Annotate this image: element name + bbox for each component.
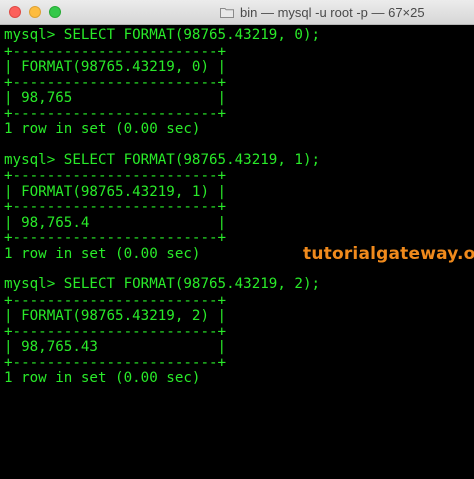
minimize-button[interactable] [29,6,41,18]
zoom-button[interactable] [49,6,61,18]
table-header: | FORMAT(98765.43219, 2) | [4,309,227,324]
command-line: mysql> SELECT FORMAT(98765.43219, 0); [4,27,321,43]
table-value: | 98,765 | [4,91,227,106]
terminal-window: bin — mysql -u root -p — 67×25 mysql> SE… [0,0,474,479]
result-status: 1 row in set (0.00 sec) [4,371,201,386]
table-border-top: +------------------------+ [4,293,227,309]
table-border-top: +------------------------+ [4,169,227,184]
window-title-group: bin — mysql -u root -p — 67×25 [220,3,425,21]
table-border-middle: +------------------------+ [4,75,227,91]
query-block: mysql> SELECT FORMAT(98765.43219, 2); +-… [4,275,472,387]
window-title: bin — mysql -u root -p — 67×25 [240,4,425,20]
table-value: | 98,765.4 | [4,215,227,231]
watermark-logo: tutorialgateway.org [303,244,474,264]
query-block: mysql> SELECT FORMAT(98765.43219, 0); +-… [4,26,472,138]
folder-icon [220,7,234,18]
table-border-top: +------------------------+ [4,44,227,60]
table-value: | 98,765.43 | [4,340,227,355]
table-header: | FORMAT(98765.43219, 0) | [4,60,227,75]
table-border-middle: +------------------------+ [4,200,227,215]
terminal-output[interactable]: mysql> SELECT FORMAT(98765.43219, 0); +-… [4,26,472,387]
table-header: | FORMAT(98765.43219, 1) | [4,184,227,200]
table-border-bottom: +------------------------+ [4,106,227,122]
command-line: mysql> SELECT FORMAT(98765.43219, 1); [4,151,321,168]
result-status: 1 row in set (0.00 sec) [4,122,201,137]
command-line: mysql> SELECT FORMAT(98765.43219, 2); [4,276,321,292]
table-border-bottom: +------------------------+ [4,355,227,371]
close-button[interactable] [9,6,21,18]
table-border-middle: +------------------------+ [4,324,227,340]
title-bar[interactable]: bin — mysql -u root -p — 67×25 [0,0,474,25]
